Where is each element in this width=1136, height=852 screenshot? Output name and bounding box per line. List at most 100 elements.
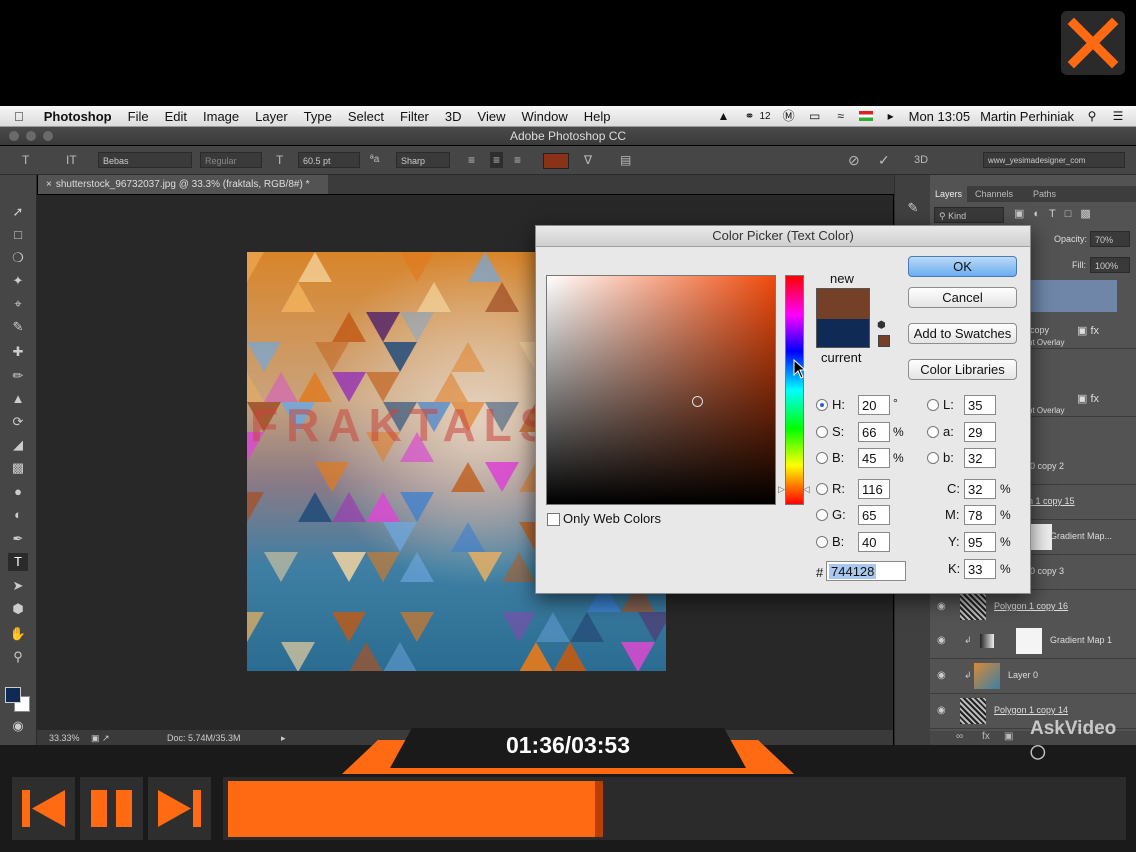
pause-button[interactable]: [80, 777, 143, 840]
layer-fx-icon[interactable]: ▣ fx: [1077, 324, 1099, 337]
drive-icon[interactable]: ▲: [716, 110, 732, 122]
healing-brush-tool-icon[interactable]: ✚: [8, 343, 28, 361]
shape-tool-icon[interactable]: ⬢: [8, 600, 28, 618]
airplay-icon[interactable]: ▭: [807, 110, 823, 122]
radio-b[interactable]: [816, 452, 828, 464]
field-s[interactable]: 66: [858, 422, 890, 442]
hand-tool-icon[interactable]: ✋: [8, 625, 28, 643]
text-orientation-icon[interactable]: IT: [66, 152, 77, 168]
font-size-select[interactable]: 60.5 pt: [298, 152, 360, 168]
pen-tool-icon[interactable]: ✒: [8, 530, 28, 548]
radio-a[interactable]: [927, 426, 939, 438]
radio-blue[interactable]: [816, 536, 828, 548]
only-web-colors-checkbox[interactable]: [547, 513, 560, 526]
eyedropper-tool-icon[interactable]: ✎: [8, 318, 28, 336]
eraser-tool-icon[interactable]: ◢: [8, 436, 28, 454]
menu-window[interactable]: Window: [513, 109, 575, 124]
cube-icon[interactable]: ⬢: [877, 320, 886, 331]
menu-3d[interactable]: 3D: [437, 109, 470, 124]
brush-presets-icon[interactable]: ✎: [903, 199, 923, 217]
out-of-gamut-swatch[interactable]: [878, 335, 890, 347]
creative-cloud-icon[interactable]: ⚭: [742, 110, 758, 122]
next-button[interactable]: [148, 777, 211, 840]
radio-r[interactable]: [816, 483, 828, 495]
history-brush-tool-icon[interactable]: ⟳: [8, 413, 28, 431]
visibility-eye-icon[interactable]: ◉: [937, 670, 949, 682]
volume-icon[interactable]: ▸: [883, 110, 899, 122]
zoom-level[interactable]: 33.33%: [49, 730, 80, 746]
cancel-edit-icon[interactable]: ⊘: [848, 152, 860, 168]
dodge-tool-icon[interactable]: ◐: [8, 506, 28, 524]
hue-slider-left-arrow[interactable]: ▷: [778, 484, 785, 495]
current-color-swatch[interactable]: [816, 319, 870, 348]
fill-field[interactable]: 100%: [1090, 257, 1130, 273]
menu-image[interactable]: Image: [195, 109, 247, 124]
opacity-field[interactable]: 70%: [1090, 231, 1130, 247]
align-left-icon[interactable]: ≡: [468, 152, 475, 168]
menu-select[interactable]: Select: [340, 109, 392, 124]
menu-type[interactable]: Type: [296, 109, 340, 124]
hue-slider[interactable]: [785, 275, 804, 505]
user-name[interactable]: Martin Perhiniak: [980, 109, 1074, 124]
tab-layers[interactable]: Layers: [930, 186, 968, 202]
antialias-select[interactable]: Sharp: [396, 152, 450, 168]
menu-file[interactable]: File: [120, 109, 157, 124]
field-g[interactable]: 65: [858, 505, 890, 525]
menu-view[interactable]: View: [470, 109, 514, 124]
menu-help[interactable]: Help: [576, 109, 619, 124]
zoom-tool-icon[interactable]: ⚲: [8, 648, 28, 666]
add-mask-icon[interactable]: ▣: [1004, 731, 1013, 742]
blur-tool-icon[interactable]: ●: [8, 483, 28, 501]
radio-h[interactable]: [816, 399, 828, 411]
font-style-select[interactable]: Regular: [200, 152, 262, 168]
commit-edit-icon[interactable]: ✓: [878, 152, 890, 168]
text-color-swatch[interactable]: [543, 153, 569, 169]
visibility-eye-icon[interactable]: ◉: [937, 601, 949, 613]
visibility-eye-icon[interactable]: ◉: [937, 635, 949, 647]
layer-fx-icon[interactable]: ▣ fx: [1077, 392, 1099, 405]
field-h[interactable]: 20: [858, 395, 890, 415]
warp-text-icon[interactable]: ∇: [584, 152, 592, 168]
radio-g[interactable]: [816, 509, 828, 521]
flag-icon[interactable]: [858, 111, 873, 121]
layer-filter-icons[interactable]: ▣◐T□▩: [1014, 207, 1100, 220]
window-minimize-dot[interactable]: [26, 131, 36, 141]
path-select-tool-icon[interactable]: ➤: [8, 577, 28, 595]
color-libraries-button[interactable]: Color Libraries: [908, 359, 1017, 380]
doc-size[interactable]: Doc: 5.74M/35.3M: [167, 730, 241, 746]
progress-scrubber[interactable]: [595, 781, 603, 837]
field-a[interactable]: 29: [964, 422, 996, 442]
quick-select-tool-icon[interactable]: ✦: [8, 272, 28, 290]
notification-center-icon[interactable]: ☰: [1110, 110, 1126, 122]
workspace-select[interactable]: www_yesimadesigner_com: [983, 152, 1125, 168]
status-icons[interactable]: ▣ ↗: [91, 730, 110, 746]
spotlight-search-icon[interactable]: ⚲: [1084, 110, 1100, 122]
radio-s[interactable]: [816, 426, 828, 438]
saturation-brightness-field[interactable]: [546, 275, 776, 505]
quick-mask-icon[interactable]: ◉: [8, 717, 28, 735]
menu-layer[interactable]: Layer: [247, 109, 296, 124]
hue-slider-right-arrow[interactable]: ◁: [803, 484, 810, 495]
character-panel-icon[interactable]: ▤: [620, 152, 631, 168]
align-center-icon[interactable]: ≡: [490, 152, 504, 168]
add-style-icon[interactable]: fx: [982, 731, 990, 742]
field-l[interactable]: 35: [964, 395, 996, 415]
lasso-tool-icon[interactable]: ❍: [8, 249, 28, 267]
artwork-text-layer[interactable]: FRAKTALS: [250, 398, 558, 452]
move-tool-icon[interactable]: ➚: [8, 203, 28, 221]
layer-row[interactable]: ◉ ↲ Gradient Map 1: [930, 624, 1136, 659]
wifi-icon[interactable]: ≈: [833, 110, 849, 122]
field-c[interactable]: 32: [964, 479, 996, 499]
field-k[interactable]: 33: [964, 559, 996, 579]
font-family-select[interactable]: Bebas: [98, 152, 192, 168]
hex-field[interactable]: 744128: [826, 561, 906, 581]
field-y[interactable]: 95: [964, 532, 996, 552]
type-tool-icon[interactable]: T: [8, 553, 28, 571]
selected-layer-row[interactable]: [1029, 280, 1117, 312]
menu-edit[interactable]: Edit: [157, 109, 195, 124]
status-menu-icon[interactable]: ▸: [281, 730, 286, 746]
field-m[interactable]: 78: [964, 505, 996, 525]
radio-l[interactable]: [927, 399, 939, 411]
document-tab[interactable]: × shutterstock_96732037.jpg @ 33.3% (frak…: [38, 175, 328, 194]
visibility-eye-icon[interactable]: ◉: [937, 705, 949, 717]
